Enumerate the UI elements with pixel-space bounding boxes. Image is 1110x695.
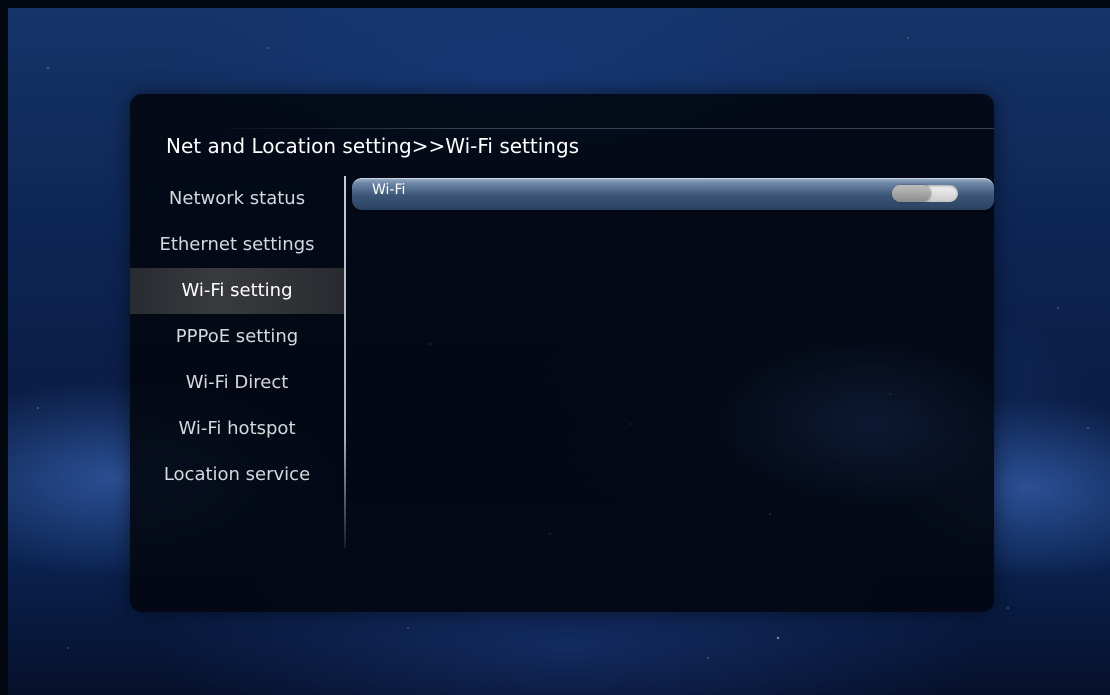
- wifi-label: Wi-Fi: [372, 182, 406, 198]
- title-divider: [230, 128, 994, 129]
- tv-screen: Net and Location setting>>Wi-Fi settings…: [8, 8, 1110, 695]
- sidebar-divider: [344, 176, 346, 548]
- sidebar-item-wifi-setting[interactable]: Wi-Fi setting: [130, 268, 344, 314]
- toggle-knob: [892, 185, 930, 202]
- page-title: Net and Location setting>>Wi-Fi settings: [166, 134, 580, 158]
- sidebar-item-location-service[interactable]: Location service: [130, 452, 344, 498]
- sidebar-item-wifi-hotspot[interactable]: Wi-Fi hotspot: [130, 406, 344, 452]
- sidebar-item-pppoe-setting[interactable]: PPPoE setting: [130, 314, 344, 360]
- sidebar-item-ethernet-settings[interactable]: Ethernet settings: [130, 222, 344, 268]
- wifi-settings-content: Wi-Fi: [352, 178, 994, 612]
- wifi-toggle-row[interactable]: Wi-Fi: [352, 178, 994, 210]
- sidebar-item-wifi-direct[interactable]: Wi-Fi Direct: [130, 360, 344, 406]
- settings-sidebar: Network status Ethernet settings Wi-Fi s…: [130, 176, 344, 554]
- sidebar-item-network-status[interactable]: Network status: [130, 176, 344, 222]
- wifi-toggle-switch[interactable]: [892, 185, 958, 202]
- settings-panel: Net and Location setting>>Wi-Fi settings…: [130, 94, 994, 612]
